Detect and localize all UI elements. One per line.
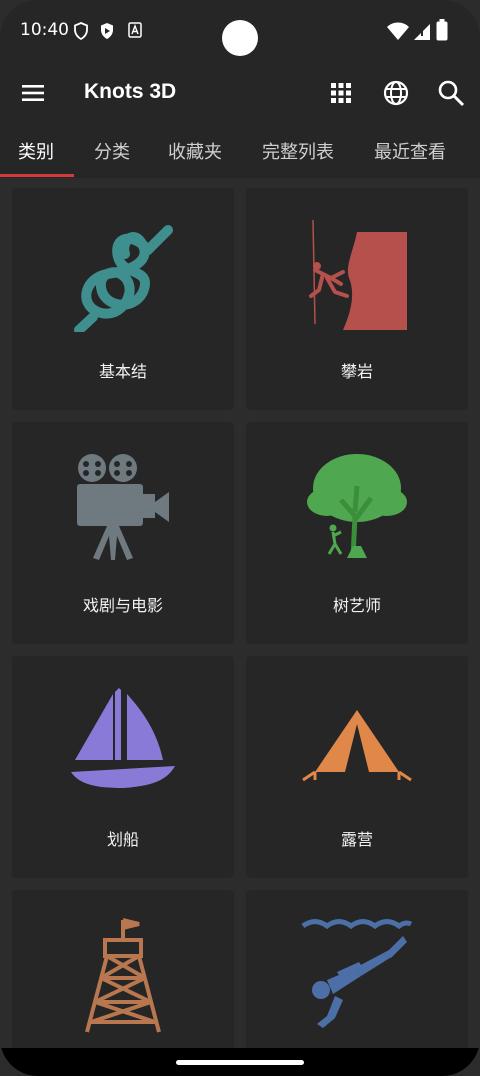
category-card-camping[interactable]: 露营 xyxy=(246,656,468,878)
a-icon xyxy=(128,22,142,38)
wifi-icon xyxy=(387,22,409,40)
category-card-tower[interactable] xyxy=(12,890,234,1048)
category-label: 戏剧与电影 xyxy=(82,596,163,615)
category-label: 露营 xyxy=(340,830,373,849)
navigation-bar xyxy=(0,1048,480,1076)
category-card-theatre-film[interactable]: 戏剧与电影 xyxy=(12,422,234,644)
tree-icon xyxy=(307,454,407,559)
category-card-climbing[interactable]: 攀岩 xyxy=(246,188,468,410)
status-time: 10:40 xyxy=(20,20,69,40)
tab-categories[interactable]: 类别 xyxy=(18,138,54,164)
sailboat-icon xyxy=(71,688,175,788)
battery-icon xyxy=(436,19,448,41)
category-card-basic-knots[interactable]: 基本结 xyxy=(12,188,234,410)
tab-bar: 类别 分类 收藏夹 完整列表 最近查看 xyxy=(0,122,480,178)
category-card-boating[interactable]: 划船 xyxy=(12,656,234,878)
category-grid: 基本结 攀岩 戏剧与电影 树艺师 划船 露营 xyxy=(0,178,480,1048)
tab-full-list[interactable]: 完整列表 xyxy=(262,138,334,164)
tab-classification[interactable]: 分类 xyxy=(94,138,130,164)
screen: 10:40 Knots 3D 类别 分类 收藏夹 完整列表 最近查看 基本结 攀… xyxy=(0,0,480,1076)
tab-recent[interactable]: 最近查看 xyxy=(374,138,446,164)
search-icon[interactable] xyxy=(436,78,466,108)
knot-icon xyxy=(74,225,173,332)
category-card-diving[interactable] xyxy=(246,890,468,1048)
grid-icon[interactable] xyxy=(326,78,356,108)
category-label: 树艺师 xyxy=(332,596,381,615)
tent-icon xyxy=(302,710,412,782)
play-protect-icon xyxy=(101,23,113,39)
app-title: Knots 3D xyxy=(84,80,177,103)
shield-icon xyxy=(74,22,88,40)
menu-icon[interactable] xyxy=(18,78,48,108)
tab-indicator xyxy=(0,174,74,177)
status-bar: 10:40 xyxy=(0,0,480,64)
home-gesture-handle[interactable] xyxy=(176,1060,304,1065)
tower-icon xyxy=(85,918,161,1033)
category-label: 攀岩 xyxy=(340,362,373,381)
app-bar: Knots 3D xyxy=(0,64,480,122)
category-card-arborist[interactable]: 树艺师 xyxy=(246,422,468,644)
climbing-icon xyxy=(309,219,407,330)
camera-cutout xyxy=(222,20,258,56)
film-camera-icon xyxy=(77,454,169,560)
signal-icon xyxy=(414,24,430,40)
category-label: 基本结 xyxy=(98,362,147,381)
globe-icon[interactable] xyxy=(381,78,411,108)
category-label: 划船 xyxy=(106,830,139,849)
diver-icon xyxy=(301,919,413,1028)
tab-favorites[interactable]: 收藏夹 xyxy=(168,138,222,164)
